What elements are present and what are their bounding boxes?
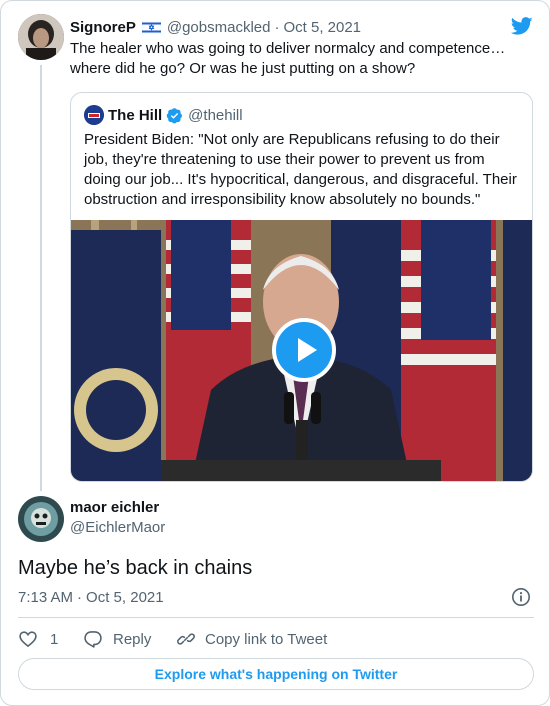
quoted-tweet[interactable]: The Hill @thehill President Biden: "Not … [70, 92, 533, 482]
display-name[interactable]: SignoreP [70, 19, 136, 36]
tweet-embed-card: SignoreP @gobsmackled · Oct 5, 2021 The … [0, 0, 550, 706]
avatar[interactable] [18, 14, 64, 60]
video-thumbnail[interactable] [71, 220, 532, 481]
quoted-avatar [84, 105, 104, 125]
separator: · [77, 588, 83, 606]
handle[interactable]: @EichlerMaor [70, 519, 165, 536]
separator: · [274, 18, 280, 36]
divider [18, 617, 534, 618]
heart-icon [19, 631, 37, 648]
copy-link-button[interactable]: Copy link to Tweet [176, 629, 327, 649]
display-name[interactable]: maor eichler [70, 499, 159, 516]
explore-label: Explore what's happening on Twitter [154, 666, 398, 682]
quoted-handle[interactable]: @thehill [188, 107, 242, 124]
thread-line [40, 65, 42, 491]
quoted-header: The Hill @thehill [108, 105, 243, 125]
like-count: 1 [50, 630, 59, 648]
info-icon[interactable] [511, 587, 531, 607]
tweet-meta: 7:13 AM · Oct 5, 2021 [18, 587, 164, 607]
tweet-time[interactable]: 7:13 AM [18, 589, 73, 606]
play-button[interactable] [272, 318, 336, 382]
tweet-date[interactable]: Oct 5, 2021 [86, 589, 164, 606]
reply-button[interactable]: Reply [83, 629, 151, 649]
handle[interactable]: @gobsmackled [167, 19, 271, 36]
quoted-text: President Biden: "Not only are Republica… [84, 131, 517, 208]
avatar[interactable] [18, 496, 64, 542]
tweet-text: The healer who was going to deliver norm… [70, 40, 506, 77]
reply-icon [84, 631, 102, 648]
timestamp[interactable]: Oct 5, 2021 [283, 19, 361, 36]
tweet-header: SignoreP @gobsmackled · Oct 5, 2021 [70, 17, 361, 37]
verified-badge-icon [166, 107, 183, 124]
copy-link-label: Copy link to Tweet [205, 630, 328, 648]
twitter-logo-icon[interactable] [510, 15, 534, 37]
play-icon [298, 338, 317, 362]
link-icon [177, 633, 195, 645]
like-button[interactable]: 1 [18, 629, 58, 649]
reply-label: Reply [113, 630, 152, 648]
israel-flag-icon [141, 20, 162, 34]
quoted-display-name[interactable]: The Hill [108, 107, 162, 124]
explore-button[interactable]: Explore what's happening on Twitter [18, 658, 534, 690]
tweet-text: Maybe he’s back in chains [18, 557, 253, 579]
